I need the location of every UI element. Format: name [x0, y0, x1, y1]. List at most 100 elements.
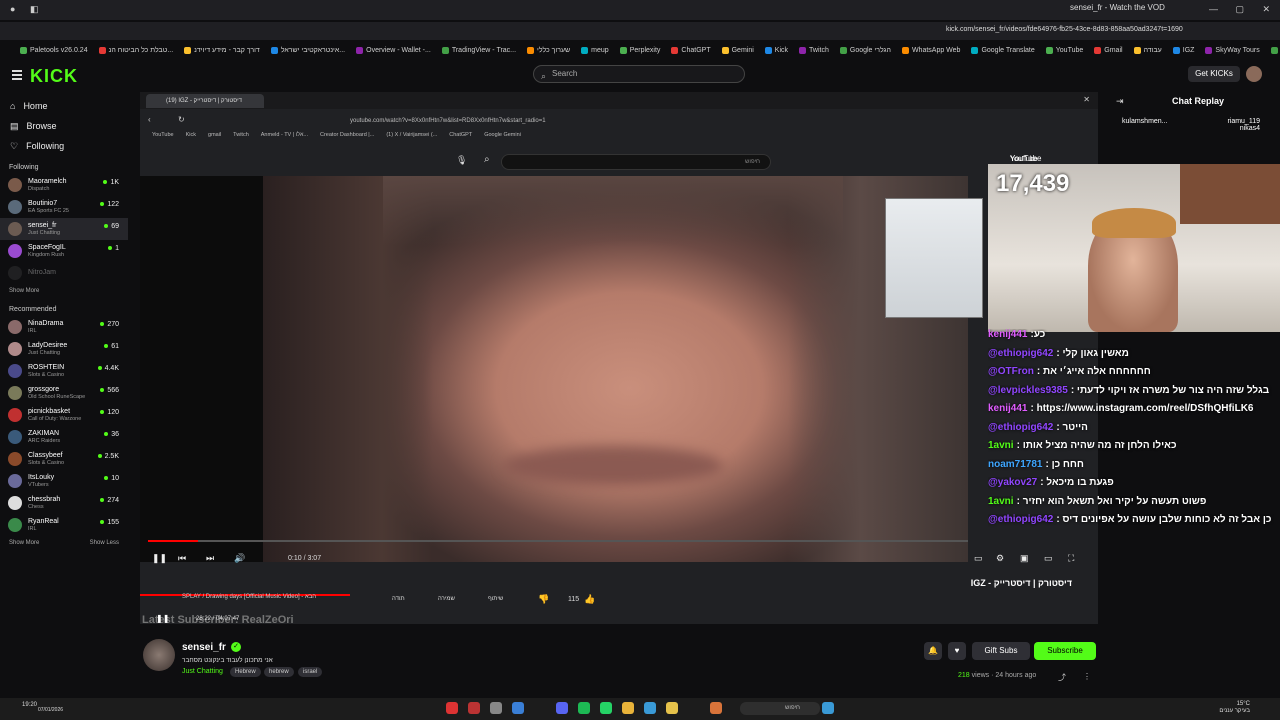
sidebar-channel[interactable]: RyanReal IRL 155	[0, 514, 128, 536]
search-input[interactable]: ⌕ Search	[533, 65, 745, 83]
chat-username[interactable]: @yakov27	[988, 477, 1037, 488]
bell-icon[interactable]: 🔔	[924, 642, 942, 660]
back-icon[interactable]: ‹	[148, 115, 151, 124]
yt-bookmark[interactable]: Creator Dashboard |...	[320, 132, 374, 138]
taskbar-search[interactable]: חיפוש	[740, 702, 820, 715]
app-icon[interactable]	[644, 702, 656, 714]
share-button[interactable]: שיתוף	[488, 596, 503, 602]
show-less-button[interactable]: Show Less	[81, 536, 128, 550]
pause-icon[interactable]: ❚❚	[152, 553, 167, 564]
subscribe-button[interactable]: Subscribe	[1034, 642, 1096, 660]
bookmark-item[interactable]: Google הגלרי	[839, 46, 891, 54]
chat-username[interactable]: @ethiopig642	[988, 514, 1053, 525]
bookmark-item[interactable]: דורך קבר - מידע דיוידנ	[184, 46, 260, 54]
bookmark-item[interactable]: טבלת כל הביטוח הנ...	[98, 46, 173, 54]
prev-icon[interactable]: ⏮	[178, 553, 186, 564]
bookmark-item[interactable]: Twitch	[799, 46, 829, 54]
app-icon[interactable]	[512, 702, 524, 714]
bookmark-item[interactable]: שערוך כללי	[527, 46, 570, 54]
bookmark-item[interactable]: מוצרים חדשים	[1270, 46, 1280, 54]
sidebar-channel[interactable]: ZAKIMAN ARC Raiders 36	[0, 426, 128, 448]
get-kicks-button[interactable]: Get KICKs	[1188, 66, 1240, 82]
avatar[interactable]	[1246, 66, 1262, 82]
bookmark-item[interactable]: Overview - Wallet -...	[356, 46, 431, 54]
yt-search-icon[interactable]: ⌕	[484, 154, 490, 165]
sidebar-channel[interactable]: picnickbasket Call of Duty: Warzone 120	[0, 404, 128, 426]
start-icon[interactable]	[822, 702, 834, 714]
chat-username[interactable]: noam71781	[988, 459, 1042, 470]
vod-pause-icon[interactable]: ❚❚	[156, 614, 169, 623]
reload-icon[interactable]: ↻	[178, 115, 185, 124]
sidebar-channel[interactable]: LadyDesiree Just Chatting 61	[0, 338, 128, 360]
fullscreen-icon[interactable]: ⛶	[1068, 553, 1074, 564]
menu-icon[interactable]	[12, 70, 22, 80]
tag[interactable]: Hebrew	[230, 667, 261, 677]
app-icon[interactable]	[468, 702, 480, 714]
yt-bookmark[interactable]: YouTube	[152, 132, 174, 138]
more-icon[interactable]: ⋮	[1083, 672, 1091, 681]
discord-icon[interactable]	[556, 702, 568, 714]
app-icon[interactable]	[710, 702, 722, 714]
chrome-icon[interactable]	[622, 702, 634, 714]
sidebar-channel[interactable]: Maoramelch Dispatch 1K	[0, 174, 128, 196]
chat-username[interactable]: 1avni	[988, 440, 1014, 451]
minimize-icon[interactable]: —	[1209, 4, 1218, 14]
chat-username[interactable]: @ethiopig642	[988, 348, 1053, 359]
channel-name[interactable]: sensei_fr	[182, 642, 226, 653]
bookmark-item[interactable]: Perplexity	[619, 46, 660, 54]
whatsapp-icon[interactable]	[600, 702, 612, 714]
sidebar-channel[interactable]: grossgore Old School RuneScape 566	[0, 382, 128, 404]
bookmark-item[interactable]: TradingView - Trac...	[441, 46, 516, 54]
tag[interactable]: israel	[298, 667, 323, 677]
yt-url[interactable]: youtube.com/watch?v=8Xx0nfHtn7w&list=RD8…	[336, 115, 776, 127]
bookmark-item[interactable]: SkyWay Tours	[1205, 46, 1260, 54]
yt-search-input[interactable]: חיפוש	[501, 154, 771, 170]
active-tab[interactable]: sensei_fr - Watch the VOD	[1070, 3, 1180, 12]
bookmark-item[interactable]: ChatGPT	[671, 46, 711, 54]
chat-username[interactable]: kenij441	[988, 403, 1027, 414]
bookmark-item[interactable]: Google Translate	[971, 46, 1035, 54]
yt-bookmark[interactable]: ChatGPT	[449, 132, 472, 138]
bookmark-item[interactable]: עבודה	[1133, 46, 1162, 54]
sidebar-channel[interactable]: sensei_fr Just Chatting 69	[0, 218, 128, 240]
bookmark-item[interactable]: Kick	[764, 46, 788, 54]
chat-username[interactable]: @ethiopig642	[988, 422, 1053, 433]
bookmark-item[interactable]: meup	[581, 46, 609, 54]
dislike-icon[interactable]: 👎	[538, 594, 549, 605]
nav-home[interactable]: ⌂ Home	[0, 96, 128, 116]
sidebar-channel[interactable]: chessbrah Chess 274	[0, 492, 128, 514]
sidebar-channel[interactable]: NinaDrama IRL 270	[0, 316, 128, 338]
tag[interactable]: hebrew	[264, 667, 294, 677]
volume-icon[interactable]: 🔊	[234, 553, 245, 564]
show-more-button-2[interactable]: Show More	[0, 536, 39, 550]
share-icon[interactable]: ⤴	[1058, 672, 1066, 683]
collapse-icon[interactable]: ⇥	[1116, 96, 1124, 107]
yt-bookmark[interactable]: (1) X / Vairijamsei (...	[386, 132, 437, 138]
chat-username[interactable]: 1avni	[988, 496, 1014, 507]
close-icon[interactable]: ✕	[1262, 4, 1270, 15]
nav-following[interactable]: ♡ Following	[0, 136, 128, 156]
sidebar-channel[interactable]: ItsLouky VTubers 10	[0, 470, 128, 492]
next-video-title[interactable]: SPLAY / Drawing days [Official Music Vid…	[182, 594, 316, 600]
settings-icon[interactable]: ⚙	[996, 553, 1004, 564]
next-icon[interactable]: ⏭	[206, 553, 214, 564]
sidebar-channel[interactable]: NitroJam	[0, 262, 128, 284]
bookmark-item[interactable]: Gmail	[1094, 46, 1123, 54]
app-icon[interactable]	[490, 702, 502, 714]
like-count[interactable]: 115	[568, 596, 579, 603]
bookmark-item[interactable]: אינטראקטיבי ישראל...	[270, 46, 345, 54]
bookmark-item[interactable]: Gemini	[721, 46, 754, 54]
like-icon[interactable]: 👍	[584, 594, 595, 605]
yt-bookmark[interactable]: gmail	[208, 132, 221, 138]
sidebar-channel[interactable]: ROSHTEIN Slots & Casino 4.4K	[0, 360, 128, 382]
bookmark-item[interactable]: IGZ	[1172, 46, 1194, 54]
yt-bookmark[interactable]: Twitch	[233, 132, 249, 138]
channel-avatar[interactable]	[143, 639, 175, 671]
sidebar-channel[interactable]: SpaceFogIL Kingdom Rush 1	[0, 240, 128, 262]
sidebar-channel[interactable]: Classybeef Slots & Casino 2.5K	[0, 448, 128, 470]
chat-username[interactable]: @OTFron	[988, 366, 1034, 377]
yt-tab[interactable]: (19) IGZ - דיסטורק | דיסטרייק	[146, 94, 264, 108]
folder-icon[interactable]	[666, 702, 678, 714]
category-link[interactable]: Just Chatting	[182, 668, 223, 675]
sidebar-channel[interactable]: Boutinio7 EA Sports FC 25 122	[0, 196, 128, 218]
